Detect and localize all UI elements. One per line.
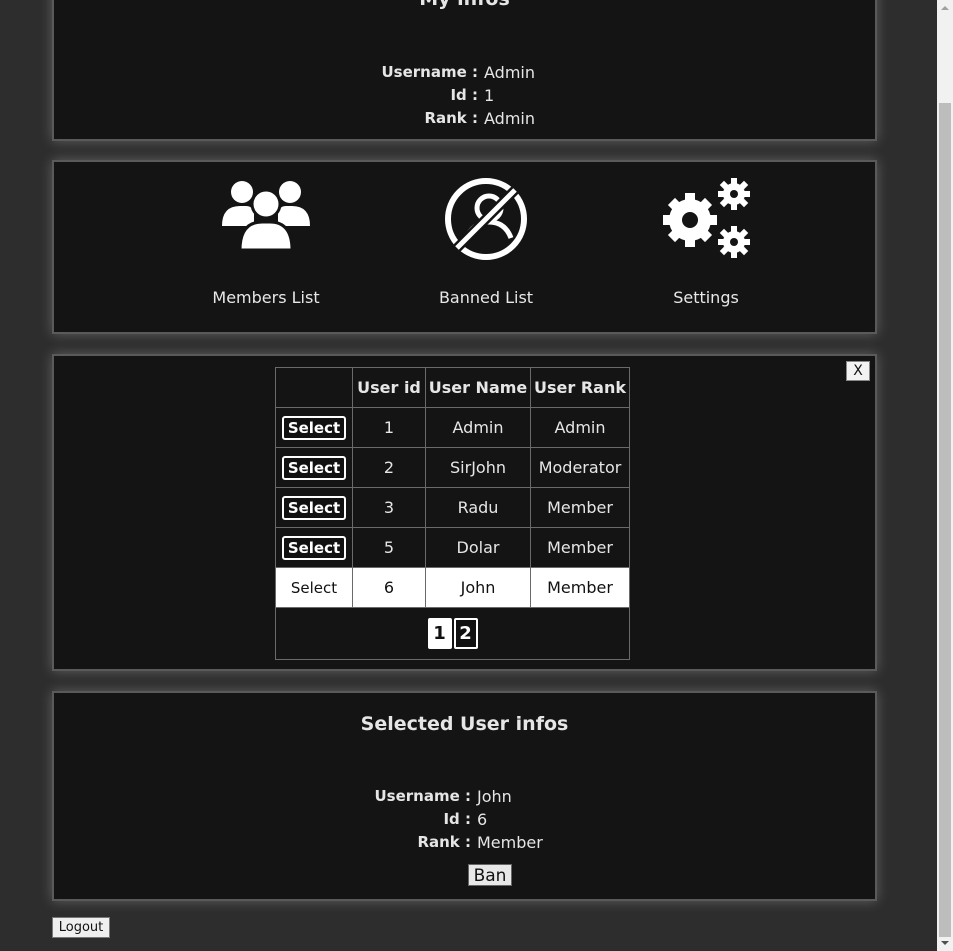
settings-label: Settings [673,288,739,307]
username-label: Username : [374,787,471,805]
column-header-user-name: User Name [425,367,531,408]
column-header-user-id: User id [352,367,426,408]
select-button[interactable]: Select [281,415,347,440]
id-label: Id : [450,86,478,104]
table-row-selected: Select 6 John Member [275,567,630,608]
members-list-label: Members List [212,288,320,307]
user-name-cell: SirJohn [425,447,531,488]
table-row: Select 5 Dolar Member [275,527,630,568]
user-rank-cell: Moderator [530,447,630,488]
close-button[interactable]: X [846,361,870,381]
rank-label: Rank : [424,109,478,127]
user-rank-cell: Member [530,527,630,568]
id-value: 1 [484,86,495,105]
members-list-button[interactable]: Members List [186,176,346,307]
select-button[interactable]: Select [287,578,341,598]
column-header-user-rank: User Rank [530,367,630,408]
selected-user-title: Selected User infos [360,713,569,735]
username-value: Admin [484,63,535,82]
ban-button[interactable]: Ban [468,864,512,886]
scroll-down-arrow-icon[interactable] [937,935,953,951]
user-id-cell: 5 [352,527,426,568]
selected-user-panel: Selected User infos Username : John Id :… [52,691,877,901]
id-value: 6 [477,810,488,829]
select-button[interactable]: Select [281,535,347,560]
users-icon [222,181,310,252]
table-row: Select 2 SirJohn Moderator [275,447,630,488]
user-id-cell: 3 [352,487,426,528]
table-row: Select 3 Radu Member [275,487,630,528]
page-button-1[interactable]: 1 [427,618,452,649]
table-row: Select 1 Admin Admin [275,407,630,448]
gears-icon [663,178,750,258]
user-id-cell: 2 [352,447,426,488]
settings-button[interactable]: Settings [626,176,786,307]
user-name-cell: Admin [425,407,531,448]
username-label: Username : [381,63,478,81]
user-name-cell: Radu [425,487,531,528]
user-rank-cell: Member [530,567,630,608]
banned-list-label: Banned List [438,288,534,307]
username-value: John [477,787,512,806]
select-button[interactable]: Select [281,455,347,480]
scroll-up-arrow-icon[interactable] [937,0,953,16]
banned-list-button[interactable]: Banned List [406,176,566,307]
user-name-cell: John [425,567,531,608]
scrollbar-thumb[interactable] [939,103,951,937]
rank-label: Rank : [417,833,471,851]
user-rank-cell: Admin [530,407,630,448]
user-id-cell: 1 [352,407,426,448]
id-label: Id : [443,810,471,828]
members-list-panel: X User id User Name User Rank Select 1 A… [52,354,877,671]
table-header-row: User id User Name User Rank [275,367,630,408]
vertical-scrollbar[interactable] [937,0,953,951]
my-infos-panel: My infos Username : Admin Id : 1 Rank : … [52,0,877,141]
members-table: User id User Name User Rank Select 1 Adm… [275,367,630,660]
column-header-select [275,367,353,408]
user-name-cell: Dolar [425,527,531,568]
my-infos-title: My infos [54,0,875,10]
select-button[interactable]: Select [281,495,347,520]
rank-value: Member [477,833,543,852]
logout-button[interactable]: Logout [52,917,110,938]
pagination: 12 [275,607,630,660]
user-rank-cell: Member [530,487,630,528]
pagination-row: 12 [275,607,630,660]
user-id-cell: 6 [352,567,426,608]
banned-user-icon [445,178,527,260]
rank-value: Admin [484,109,535,128]
menu-panel: Members List Banned List Settings [52,160,877,334]
page-button-2[interactable]: 2 [453,618,478,649]
